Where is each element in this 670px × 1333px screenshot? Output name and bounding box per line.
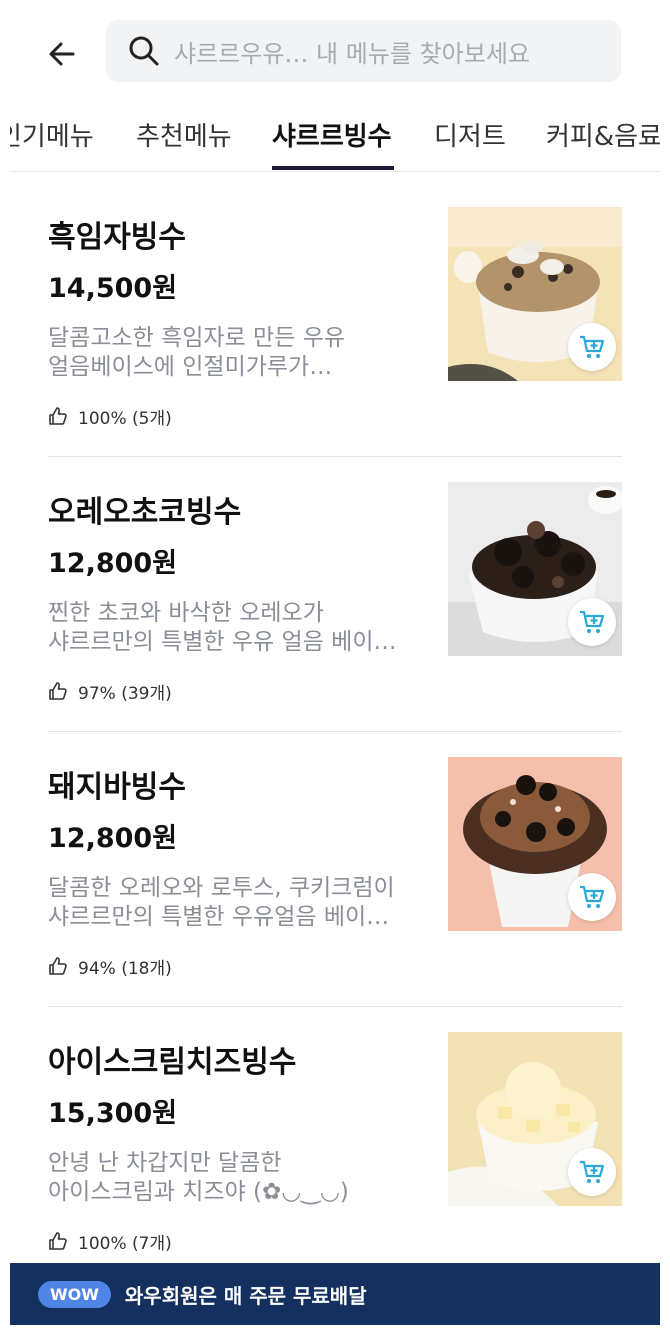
item-description-line: 샤르르만의 특별한 우유 얼음 베이… xyxy=(48,629,397,655)
item-description: 달콤고소한 흑임자로 만든 우유 얼음베이스에 인절미가루가… xyxy=(48,324,408,382)
item-rating: 100% (7개) xyxy=(48,1229,172,1254)
item-description: 안녕 난 차갑지만 달콤한 아이스크림과 치즈야 (✿◡‿◡) xyxy=(48,1149,408,1207)
item-name: 오레오초코빙수 xyxy=(48,495,242,530)
item-description-line: 달콤고소한 흑임자로 만든 우유 xyxy=(48,325,346,351)
add-to-cart-button[interactable] xyxy=(568,323,616,371)
add-to-cart-button[interactable] xyxy=(568,873,616,921)
item-description-line: 샤르르만의 특별한 우유얼음 베이… xyxy=(48,904,390,930)
category-tabs: 인기메뉴 추천메뉴 샤르르빙수 디저트 커피&음료 xyxy=(10,100,660,172)
search-input[interactable]: 샤르르우유… 내 메뉴를 찾아보세요 xyxy=(106,20,621,82)
header: 샤르르우유… 내 메뉴를 찾아보세요 xyxy=(10,0,660,100)
list-item[interactable]: 돼지바빙수 12,800원 달콤한 오레오와 로투스, 쿠키크럼이 샤르르만의 … xyxy=(48,732,622,1007)
item-rating: 94% (18개) xyxy=(48,954,172,979)
thumbs-up-icon xyxy=(48,1231,70,1253)
tab-dessert[interactable]: 디저트 xyxy=(434,116,506,153)
item-price: 15,300원 xyxy=(48,1098,178,1129)
item-description-line: 달콤한 오레오와 로투스, 쿠키크럼이 xyxy=(48,875,395,901)
app-screen: 샤르르우유… 내 메뉴를 찾아보세요 인기메뉴 추천메뉴 샤르르빙수 디저트 커… xyxy=(10,0,660,1333)
active-tab-indicator xyxy=(272,166,394,170)
tab-shareureu-bingsu[interactable]: 샤르르빙수 xyxy=(272,116,392,153)
cart-plus-icon xyxy=(580,885,605,908)
wow-banner-text: 와우회원은 매 주문 무료배달 xyxy=(124,1283,367,1308)
item-image[interactable] xyxy=(448,757,622,931)
item-image[interactable] xyxy=(448,207,622,381)
item-name: 돼지바빙수 xyxy=(48,770,186,805)
cart-plus-icon xyxy=(580,335,605,358)
item-rating-text: 100% (7개) xyxy=(78,1234,172,1254)
search-icon xyxy=(126,33,162,69)
list-item[interactable]: 흑임자빙수 14,500원 달콤고소한 흑임자로 만든 우유 얼음베이스에 인절… xyxy=(48,182,622,457)
add-to-cart-button[interactable] xyxy=(568,1148,616,1196)
item-description: 달콤한 오레오와 로투스, 쿠키크럼이 샤르르만의 특별한 우유얼음 베이… xyxy=(48,874,408,932)
item-name: 아이스크림치즈빙수 xyxy=(48,1045,297,1080)
cart-plus-icon xyxy=(580,1160,605,1183)
tab-coffee-drinks[interactable]: 커피&음료 xyxy=(546,116,660,153)
item-image[interactable] xyxy=(448,1032,622,1206)
item-rating-text: 94% (18개) xyxy=(78,959,172,979)
item-rating: 100% (5개) xyxy=(48,404,172,429)
item-name: 흑임자빙수 xyxy=(48,220,186,255)
thumbs-up-icon xyxy=(48,681,70,703)
tab-popular[interactable]: 인기메뉴 xyxy=(10,116,94,153)
item-price: 12,800원 xyxy=(48,548,178,579)
arrow-left-icon xyxy=(49,42,75,66)
wow-badge: WOW xyxy=(38,1280,111,1308)
item-description-line: 얼음베이스에 인절미가루가… xyxy=(48,354,333,380)
item-description: 찐한 초코와 바삭한 오레오가 샤르르만의 특별한 우유 얼음 베이… xyxy=(48,599,408,657)
item-price: 14,500원 xyxy=(48,273,178,304)
item-rating: 97% (39개) xyxy=(48,679,172,704)
item-description-line: 찐한 초코와 바삭한 오레오가 xyxy=(48,600,324,626)
tab-recommended[interactable]: 추천메뉴 xyxy=(136,116,232,153)
wow-membership-banner[interactable]: WOW 와우회원은 매 주문 무료배달 xyxy=(10,1263,660,1325)
back-button[interactable] xyxy=(40,32,84,76)
add-to-cart-button[interactable] xyxy=(568,598,616,646)
list-item[interactable]: 아이스크림치즈빙수 15,300원 안녕 난 차갑지만 달콤한 아이스크림과 치… xyxy=(48,1007,622,1282)
item-rating-text: 100% (5개) xyxy=(78,409,172,429)
cart-plus-icon xyxy=(580,610,605,633)
item-rating-text: 97% (39개) xyxy=(78,684,172,704)
thumbs-up-icon xyxy=(48,956,70,978)
item-description-line: 아이스크림과 치즈야 (✿◡‿◡) xyxy=(48,1179,349,1205)
item-description-line: 안녕 난 차갑지만 달콤한 xyxy=(48,1150,282,1176)
item-price: 12,800원 xyxy=(48,823,178,854)
search-placeholder: 샤르르우유… 내 메뉴를 찾아보세요 xyxy=(174,39,531,68)
item-image[interactable] xyxy=(448,482,622,656)
list-item[interactable]: 오레오초코빙수 12,800원 찐한 초코와 바삭한 오레오가 샤르르만의 특별… xyxy=(48,457,622,732)
thumbs-up-icon xyxy=(48,406,70,428)
